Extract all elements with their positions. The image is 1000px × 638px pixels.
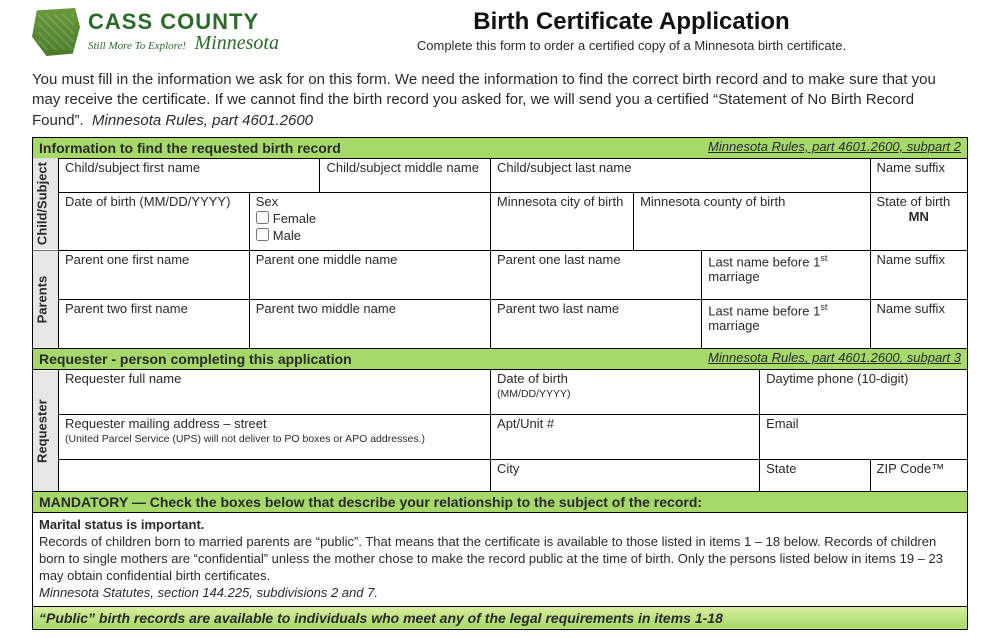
child-suffix-field[interactable]: Name suffix: [870, 158, 967, 192]
child-first-field[interactable]: Child/subject first name: [59, 158, 320, 192]
vlabel-parents: Parents: [33, 250, 59, 348]
marital-citation: Minnesota Statutes, section 144.225, sub…: [39, 585, 378, 600]
page-subtitle: Complete this form to order a certified …: [295, 38, 968, 53]
child-detail-row: Date of birth (MM/DD/YYYY) Sex Female Ma…: [33, 193, 968, 251]
state-label: State of birth: [877, 195, 961, 210]
form-table: Information to find the requested birth …: [32, 137, 968, 630]
child-last-field[interactable]: Child/subject last name: [491, 158, 871, 192]
county-map-icon: [32, 8, 80, 56]
p1-last-field[interactable]: Parent one last name: [491, 250, 702, 299]
requester-apt-field[interactable]: Apt/Unit #: [491, 415, 760, 460]
requester-zip-field[interactable]: ZIP Code™: [870, 460, 967, 492]
intro-paragraph: You must fill in the information we ask …: [32, 70, 968, 131]
p1-suffix-field[interactable]: Name suffix: [870, 250, 967, 299]
marital-heading: Marital status is important.: [39, 517, 204, 532]
sex-label: Sex: [256, 194, 278, 209]
requester-row2: Requester mailing address – street (Unit…: [33, 415, 968, 460]
p2-suffix-field[interactable]: Name suffix: [870, 300, 967, 349]
public-strip-row: “Public” birth records are available to …: [33, 606, 968, 629]
requester-phone-field[interactable]: Daytime phone (10-digit): [760, 370, 968, 415]
child-middle-field[interactable]: Child/subject middle name: [320, 158, 491, 192]
p2-maiden-field[interactable]: Last name before 1st marriage: [702, 300, 870, 349]
state-value: MN: [909, 209, 929, 224]
sex-female-option[interactable]: Female: [256, 210, 484, 227]
child-county-field[interactable]: Minnesota county of birth: [634, 193, 870, 251]
requester-city-field[interactable]: City: [491, 460, 760, 492]
intro-citation: Minnesota Rules, part 4601.2600: [92, 112, 313, 129]
vlabel-child: Child/Subject: [33, 158, 59, 250]
p2-last-field[interactable]: Parent two last name: [491, 300, 702, 349]
p1-middle-field[interactable]: Parent one middle name: [249, 250, 490, 299]
org-wordmark: CASS COUNTY Still More To Explore! Minne…: [88, 11, 279, 53]
section1-title: Information to find the requested birth …: [39, 140, 341, 156]
sex-female-checkbox[interactable]: [256, 211, 269, 224]
child-sex-field: Sex Female Male: [249, 193, 490, 251]
child-city-field[interactable]: Minnesota city of birth: [490, 193, 633, 251]
marital-body: Records of children born to married pare…: [39, 534, 943, 583]
org-tagline: Still More To Explore!: [88, 40, 186, 52]
requester-street-continued[interactable]: [59, 460, 491, 492]
page-header: CASS COUNTY Still More To Explore! Minne…: [32, 8, 968, 56]
p2-first-field[interactable]: Parent two first name: [59, 300, 250, 349]
section2-title: Requester - person completing this appli…: [39, 351, 352, 367]
p1-maiden-field[interactable]: Last name before 1st marriage: [702, 250, 870, 299]
mandatory-header-row: MANDATORY — Check the boxes below that d…: [33, 492, 968, 513]
requester-state-field[interactable]: State: [760, 460, 870, 492]
requester-dob-field[interactable]: Date of birth (MM/DD/YYYY): [491, 370, 760, 415]
p1-first-field[interactable]: Parent one first name: [59, 250, 250, 299]
sex-male-option[interactable]: Male: [256, 227, 484, 244]
parent1-row: Parents Parent one first name Parent one…: [33, 250, 968, 299]
org-state: Minnesota: [195, 32, 279, 54]
child-dob-field[interactable]: Date of birth (MM/DD/YYYY): [59, 193, 250, 251]
requester-email-field[interactable]: Email: [760, 415, 968, 460]
sex-male-checkbox[interactable]: [256, 228, 269, 241]
child-state-field: State of birth MN: [870, 193, 967, 251]
requester-fullname-field[interactable]: Requester full name: [59, 370, 491, 415]
public-strip: “Public” birth records are available to …: [33, 606, 968, 629]
requester-row1: Requester Requester full name Date of bi…: [33, 370, 968, 415]
section1-header-row: Information to find the requested birth …: [33, 137, 968, 158]
org-name: CASS COUNTY: [88, 11, 279, 33]
section2-header-row: Requester - person completing this appli…: [33, 349, 968, 370]
requester-street-field[interactable]: Requester mailing address – street (Unit…: [59, 415, 491, 460]
child-name-row: Child/Subject Child/subject first name C…: [33, 158, 968, 192]
section2-citation: Minnesota Rules, part 4601.2600, subpart…: [708, 351, 961, 366]
mandatory-header: MANDATORY — Check the boxes below that d…: [33, 492, 968, 513]
p2-middle-field[interactable]: Parent two middle name: [249, 300, 490, 349]
section1-citation: Minnesota Rules, part 4601.2600, subpart…: [708, 140, 961, 155]
org-logo-block: CASS COUNTY Still More To Explore! Minne…: [32, 8, 279, 56]
vlabel-requester: Requester: [33, 370, 59, 492]
title-block: Birth Certificate Application Complete t…: [295, 8, 968, 53]
requester-row3: City State ZIP Code™: [33, 460, 968, 492]
marital-body-cell: Marital status is important. Records of …: [33, 513, 968, 606]
marital-body-row: Marital status is important. Records of …: [33, 513, 968, 606]
page-title: Birth Certificate Application: [295, 8, 968, 36]
parent2-row: Parent two first name Parent two middle …: [33, 300, 968, 349]
